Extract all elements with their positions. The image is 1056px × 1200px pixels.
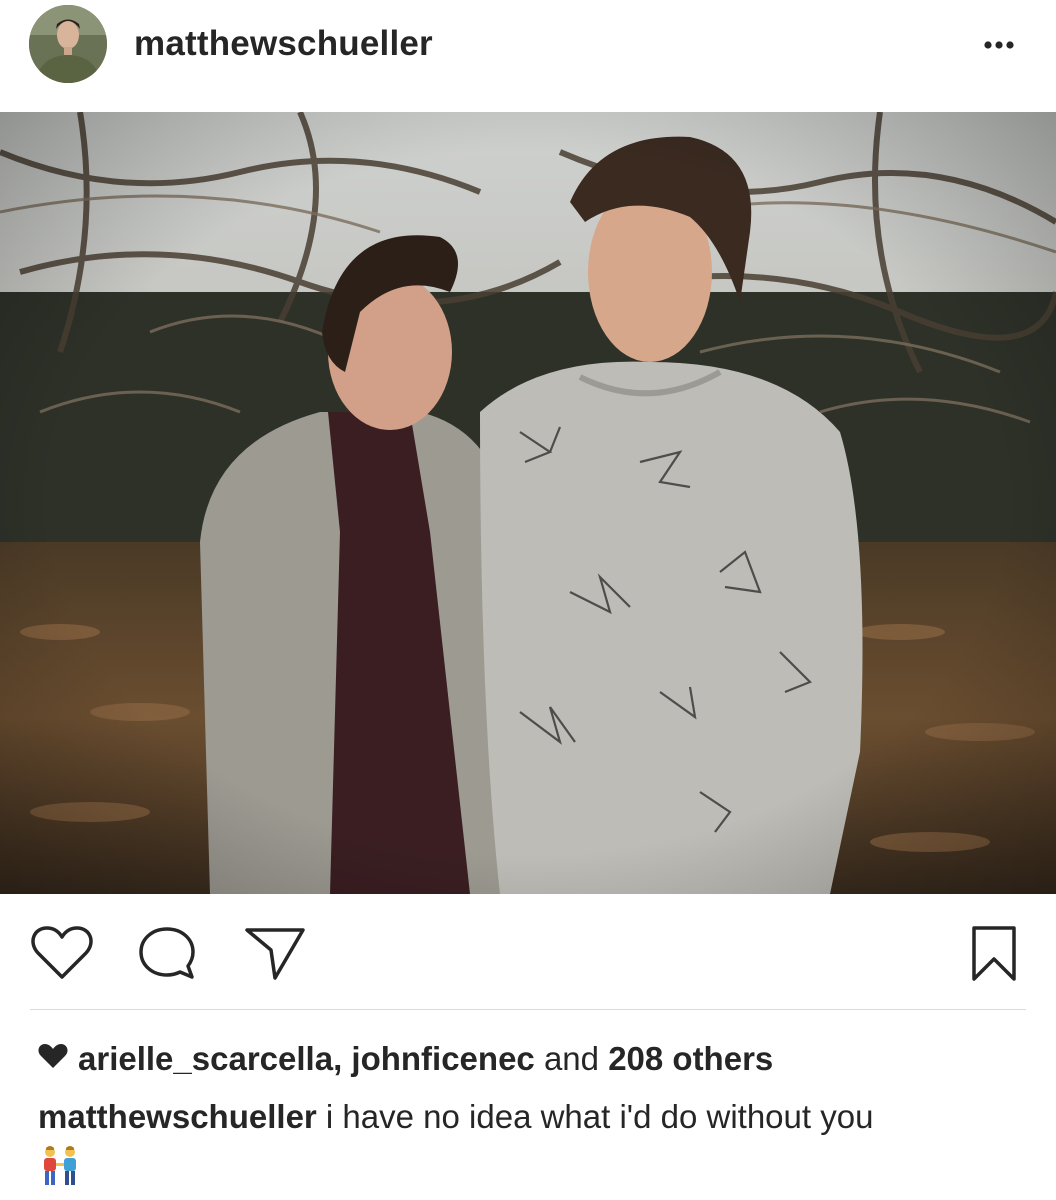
like-button[interactable] <box>30 924 94 982</box>
likes-and-text: and <box>534 1040 609 1077</box>
heart-outline-icon <box>31 926 93 979</box>
divider <box>30 1009 1026 1010</box>
likes-summary: arielle_scarcella, johnficenec and 208 o… <box>38 1035 773 1083</box>
two-men-holding-hands-emoji-icon <box>38 1145 1028 1200</box>
liker-link[interactable]: johnficenec <box>351 1040 534 1077</box>
heart-filled-icon <box>38 1034 68 1082</box>
post-actions <box>0 894 1056 1009</box>
caption-text: i have no idea what i'd do without you <box>316 1098 874 1135</box>
share-button[interactable] <box>243 924 307 982</box>
comment-bubble-icon <box>139 927 195 979</box>
likes-others-link[interactable]: 208 others <box>608 1040 773 1077</box>
post-header: matthewschueller <box>0 0 1056 112</box>
post-photo[interactable] <box>0 112 1056 894</box>
post-image <box>0 112 1056 894</box>
paper-plane-icon <box>245 928 305 980</box>
caption: matthewschueller i have no idea what i'd… <box>38 1093 1028 1200</box>
bookmark-icon <box>972 926 1016 981</box>
profile-avatar-icon <box>29 5 107 83</box>
more-options-button[interactable] <box>970 30 1024 60</box>
caption-username-link[interactable]: matthewschueller <box>38 1098 317 1135</box>
avatar[interactable] <box>29 5 107 83</box>
username-link[interactable]: matthewschueller <box>134 22 433 66</box>
likes-separator: , <box>333 1040 352 1077</box>
save-button[interactable] <box>968 924 1020 984</box>
ellipsis-icon <box>984 41 1014 49</box>
comment-button[interactable] <box>136 924 198 982</box>
liker-link[interactable]: arielle_scarcella <box>78 1040 333 1077</box>
